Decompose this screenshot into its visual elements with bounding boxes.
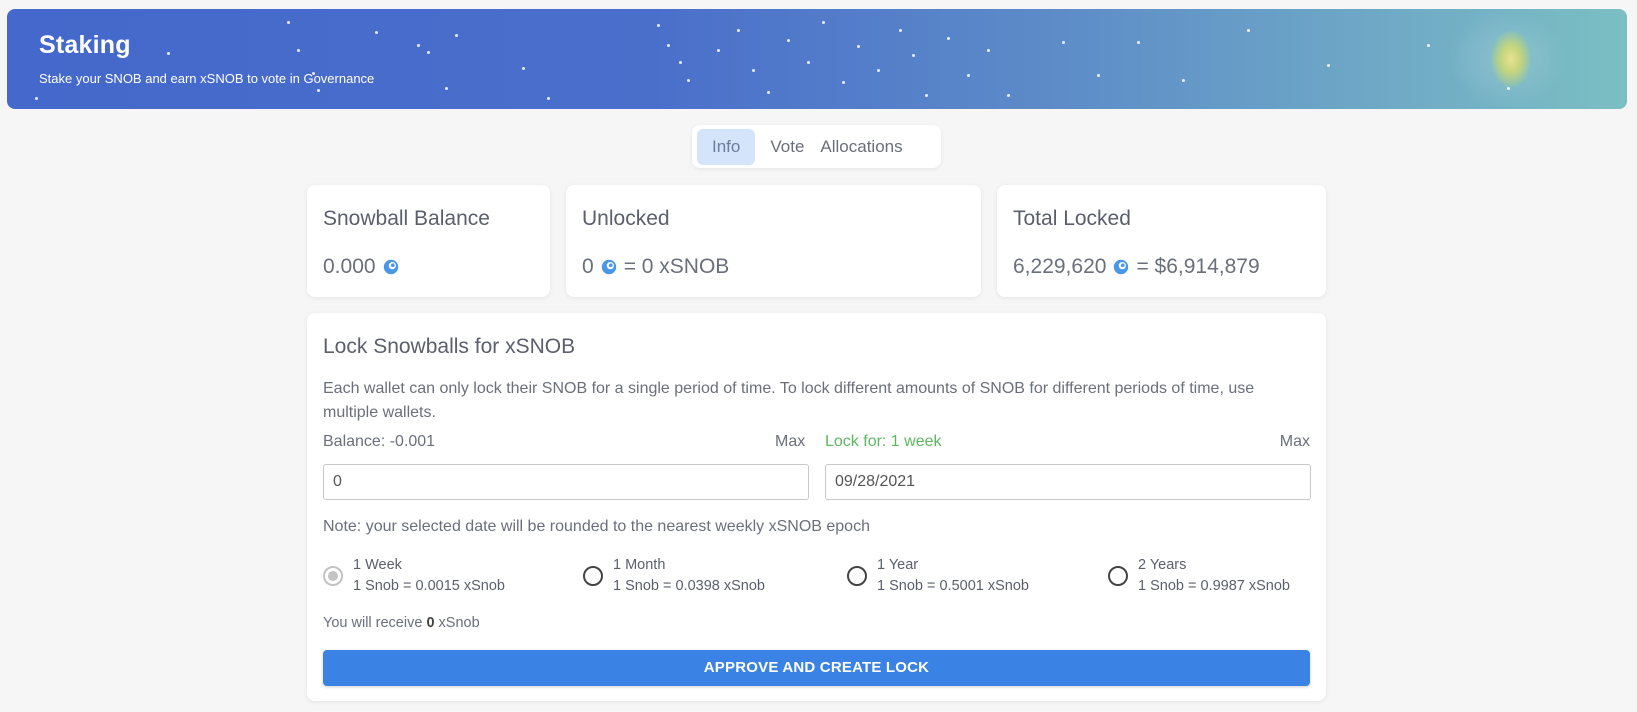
max-date-link[interactable]: Max bbox=[1280, 433, 1310, 451]
unlocked-title: Unlocked bbox=[582, 207, 670, 230]
period-rate: 1 Snob = 0.0398 xSnob bbox=[613, 578, 765, 594]
snowball-token-icon bbox=[383, 259, 398, 275]
total-locked-title: Total Locked bbox=[1013, 207, 1131, 230]
lock-for-label: Lock for: 1 week bbox=[825, 433, 942, 450]
receive-summary: You will receive 0 xSnob bbox=[323, 615, 480, 631]
page-title: Staking bbox=[39, 31, 131, 59]
period-option-1-month[interactable]: 1 Month 1 Snob = 0.0398 xSnob bbox=[583, 555, 765, 597]
total-locked-card: Total Locked 6,229,620 = $6,914,879 bbox=[997, 185, 1326, 297]
period-name: 1 Month bbox=[613, 557, 666, 573]
lock-description: Each wallet can only lock their SNOB for… bbox=[323, 380, 1255, 421]
total-locked-usd-value: = $6,914,879 bbox=[1136, 255, 1260, 278]
page-subtitle: Stake your SNOB and earn xSNOB to vote i… bbox=[39, 71, 375, 86]
total-locked-amount: 6,229,620 bbox=[1013, 255, 1107, 278]
period-rate: 1 Snob = 0.9987 xSnob bbox=[1138, 578, 1290, 594]
radio-2-years[interactable] bbox=[1108, 566, 1128, 586]
receive-prefix: You will receive bbox=[323, 615, 423, 631]
total-locked-value: 6,229,620 = $6,914,879 bbox=[1013, 255, 1310, 279]
radio-1-year[interactable] bbox=[847, 566, 867, 586]
lock-card-title: Lock Snowballs for xSNOB bbox=[323, 335, 576, 358]
period-rate: 1 Snob = 0.5001 xSnob bbox=[877, 578, 1029, 594]
period-option-2-years[interactable]: 2 Years 1 Snob = 0.9987 xSnob bbox=[1108, 555, 1290, 597]
unlocked-value: 0 = 0 xSNOB bbox=[582, 255, 965, 279]
snowball-balance-title: Snowball Balance bbox=[323, 207, 490, 230]
snowball-balance-value: 0.000 bbox=[323, 255, 534, 279]
unlocked-xsnob-equivalent: = 0 xSNOB bbox=[623, 255, 730, 278]
tab-vote[interactable]: Vote bbox=[755, 129, 812, 165]
tab-info[interactable]: Info bbox=[697, 128, 756, 165]
radio-1-month[interactable] bbox=[583, 566, 603, 586]
epoch-note: Note: your selected date will be rounded… bbox=[323, 518, 870, 535]
lock-snowballs-card: Lock Snowballs for xSNOB Each wallet can… bbox=[307, 313, 1326, 701]
snowball-logo-icon bbox=[1491, 31, 1531, 87]
lock-amount-input[interactable]: 0 bbox=[323, 464, 809, 500]
receive-suffix: xSnob bbox=[438, 615, 480, 631]
period-name: 1 Year bbox=[877, 557, 919, 573]
staking-tabs: Info Vote Allocations bbox=[692, 125, 941, 168]
period-name: 2 Years bbox=[1138, 557, 1187, 573]
balance-label: Balance: -0.001 bbox=[323, 433, 436, 450]
snowball-token-icon bbox=[601, 259, 616, 275]
tab-allocations[interactable]: Allocations bbox=[812, 129, 910, 165]
approve-and-create-lock-button[interactable]: APPROVE AND CREATE LOCK bbox=[323, 650, 1310, 686]
period-option-1-year[interactable]: 1 Year 1 Snob = 0.5001 xSnob bbox=[847, 555, 1029, 597]
unlocked-card: Unlocked 0 = 0 xSNOB bbox=[566, 185, 981, 297]
snowball-token-icon bbox=[1114, 259, 1129, 275]
snowball-balance-card: Snowball Balance 0.000 bbox=[307, 185, 550, 297]
radio-1-week[interactable] bbox=[323, 566, 343, 586]
lock-input-labels: Balance: -0.001 Max Lock for: 1 week Max bbox=[323, 433, 1310, 453]
period-name: 1 Week bbox=[353, 557, 402, 573]
receive-amount: 0 bbox=[426, 615, 435, 631]
max-amount-link[interactable]: Max bbox=[775, 433, 805, 451]
period-option-1-week[interactable]: 1 Week 1 Snob = 0.0015 xSnob bbox=[323, 555, 505, 597]
lock-date-input[interactable]: 09/28/2021 bbox=[825, 464, 1311, 500]
snowball-balance-amount: 0.000 bbox=[323, 255, 376, 278]
staking-banner: Staking Stake your SNOB and earn xSNOB t… bbox=[7, 9, 1627, 109]
period-rate: 1 Snob = 0.0015 xSnob bbox=[353, 578, 505, 594]
unlocked-amount: 0 bbox=[582, 255, 594, 278]
